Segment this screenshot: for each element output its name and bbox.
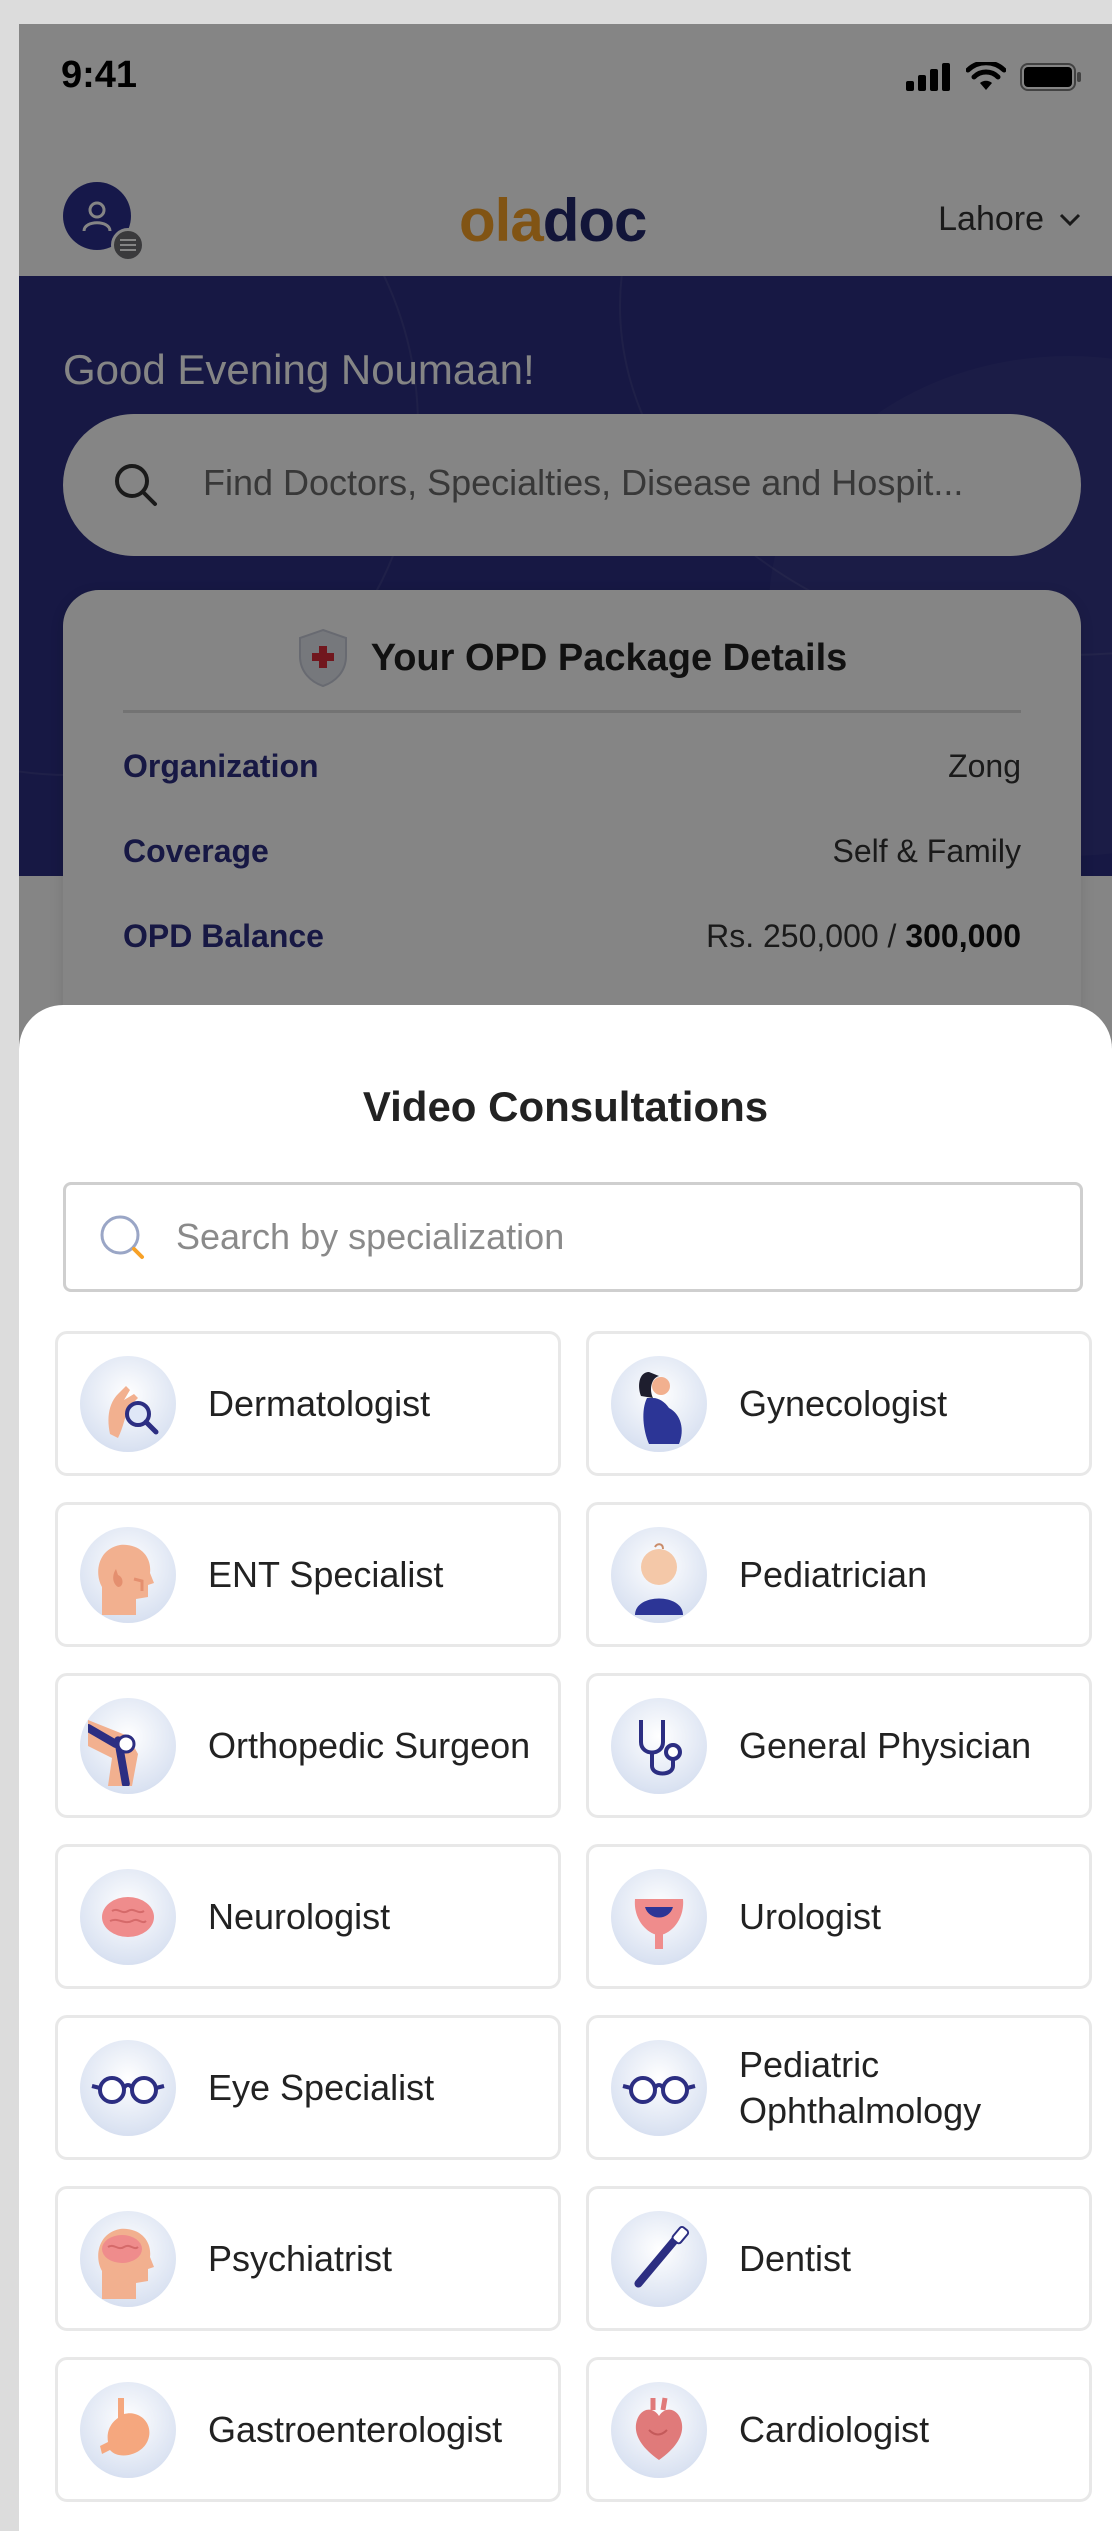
specialization-label: Dermatologist bbox=[208, 1382, 431, 1424]
specialization-label: Eye Specialist bbox=[208, 2066, 435, 2108]
search-icon bbox=[100, 1215, 144, 1259]
specialization-card[interactable]: Psychiatrist bbox=[55, 2186, 561, 2331]
specialization-label: Pediatric Ophthalmology bbox=[739, 2043, 982, 2131]
specialization-label: General Physician bbox=[739, 1724, 1032, 1766]
specialization-label: Cardiologist bbox=[739, 2408, 930, 2450]
specialization-label: Orthopedic Surgeon bbox=[208, 1724, 531, 1766]
specialization-label: Dentist bbox=[739, 2237, 852, 2279]
pediatrician-icon bbox=[611, 1526, 707, 1623]
specialization-card[interactable]: Cardiologist bbox=[586, 2357, 1092, 2502]
specialization-card[interactable]: ENT Specialist bbox=[55, 1502, 561, 1647]
stomach-icon bbox=[80, 2381, 176, 2478]
specialization-card[interactable]: Gastroenterologist bbox=[55, 2357, 561, 2502]
stethoscope-icon bbox=[611, 1697, 707, 1794]
gynecologist-icon bbox=[611, 1355, 707, 1452]
specialization-card[interactable]: Urologist bbox=[586, 1844, 1092, 1989]
specialization-search-field[interactable] bbox=[63, 1182, 1083, 1292]
specialization-label: Urologist bbox=[739, 1895, 882, 1937]
specialization-label: Pediatrician bbox=[739, 1553, 928, 1595]
specialization-card[interactable]: Dermatologist bbox=[55, 1331, 561, 1476]
toothbrush-icon bbox=[611, 2210, 707, 2307]
glasses-icon bbox=[80, 2039, 176, 2136]
knee-icon bbox=[80, 1697, 176, 1794]
specialization-card[interactable]: Gynecologist bbox=[586, 1331, 1092, 1476]
specialization-card[interactable]: Neurologist bbox=[55, 1844, 561, 1989]
specialization-label: ENT Specialist bbox=[208, 1553, 444, 1595]
specialization-card[interactable]: Dentist bbox=[586, 2186, 1092, 2331]
brain-icon bbox=[80, 1868, 176, 1965]
specialization-card[interactable]: Pediatric Ophthalmology bbox=[586, 2015, 1092, 2160]
specialization-label: Neurologist bbox=[208, 1895, 391, 1937]
heart-icon bbox=[611, 2381, 707, 2478]
ent-icon bbox=[80, 1526, 176, 1623]
specialization-card[interactable]: Orthopedic Surgeon bbox=[55, 1673, 561, 1818]
sheet-title: Video Consultations bbox=[362, 1083, 769, 1130]
specialization-grid: Dermatologist Gynecologist ENT Specialis… bbox=[55, 1331, 1095, 2502]
dermatologist-icon bbox=[80, 1355, 176, 1452]
bladder-icon bbox=[611, 1868, 707, 1965]
specialization-card[interactable]: Eye Specialist bbox=[55, 2015, 561, 2160]
app-screen: 9:41 oladoc Lahore Good Evening Noumaan!… bbox=[19, 24, 1112, 2531]
glasses-icon bbox=[611, 2039, 707, 2136]
specialization-label: Psychiatrist bbox=[208, 2237, 393, 2279]
specialization-label: Gastroenterologist bbox=[208, 2408, 503, 2450]
video-consultations-sheet: Video Consultations Dermatologist Gyneco… bbox=[19, 1005, 1112, 2531]
head-brain-icon bbox=[80, 2210, 176, 2307]
specialization-label: Gynecologist bbox=[739, 1382, 948, 1424]
specialization-search-input[interactable] bbox=[176, 1209, 1056, 1265]
specialization-card[interactable]: Pediatrician bbox=[586, 1502, 1092, 1647]
specialization-card[interactable]: General Physician bbox=[586, 1673, 1092, 1818]
